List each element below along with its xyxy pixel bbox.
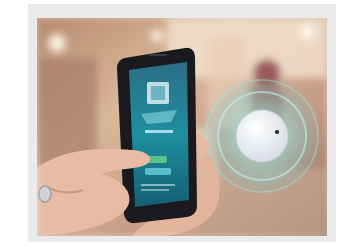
image-frame bbox=[28, 4, 336, 242]
photo-illustration bbox=[37, 18, 327, 236]
beacon-device bbox=[235, 109, 289, 163]
product-photo bbox=[37, 18, 327, 236]
